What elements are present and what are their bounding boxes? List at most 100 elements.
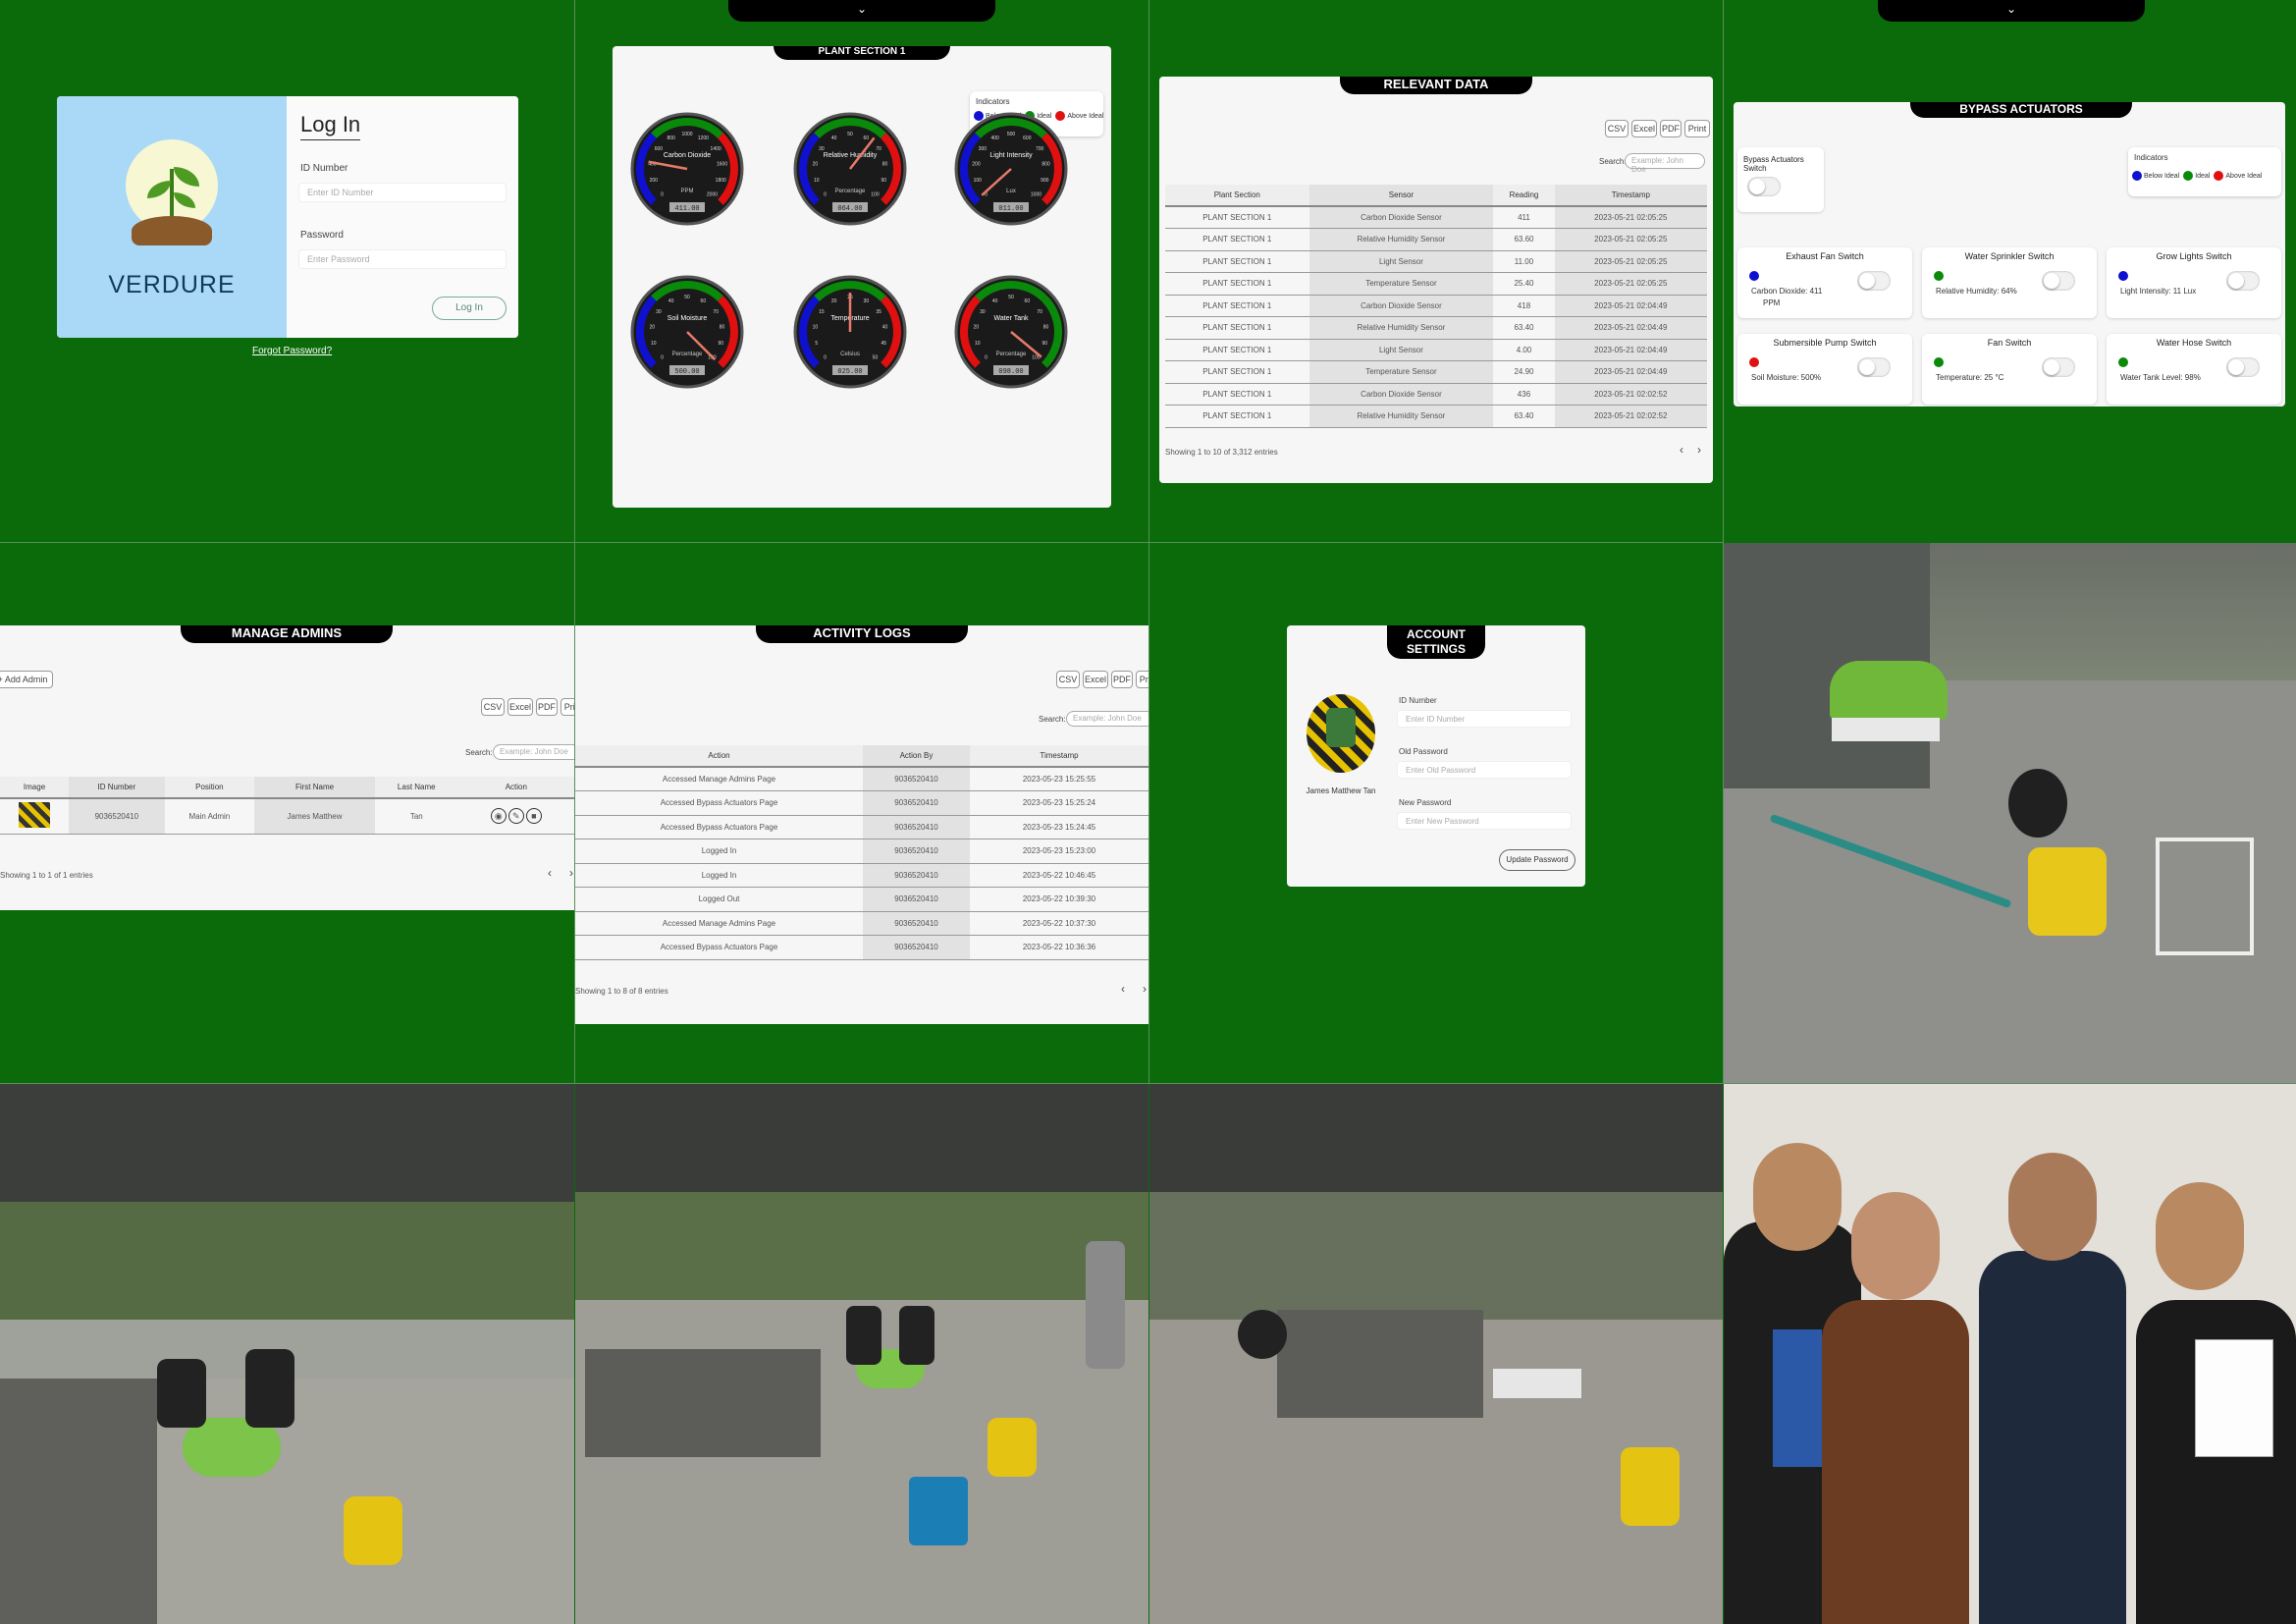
print-export-button[interactable]: Print [561, 698, 574, 716]
prev-page-button[interactable]: ‹ [1680, 443, 1683, 457]
legend-label: Below Ideal [2144, 172, 2180, 180]
gauge-tick-label: 1800 [716, 178, 726, 184]
certificate [2195, 1339, 2273, 1457]
gauge-value: 411.00 [674, 205, 699, 213]
search-label: Search: [1599, 157, 1627, 166]
grow-lights-switch-toggle[interactable] [2226, 271, 2260, 291]
add-admin-button[interactable]: + Add Admin [0, 671, 53, 688]
bypass-master-toggle[interactable] [1747, 177, 1781, 196]
password-label: Password [300, 230, 344, 241]
page-title: PLANT SECTION 1 [774, 46, 950, 60]
avatar[interactable] [1307, 694, 1375, 773]
gauge-tick-label: 600 [1023, 135, 1032, 141]
section-dropdown[interactable]: ⌄ [1878, 0, 2145, 22]
gauge: 0 10 20 30 40 50 60 70 80 90 100 Relative Humidity P… [791, 110, 909, 257]
next-page-button[interactable]: › [1697, 443, 1701, 457]
gauge-tick-label: 45 [881, 341, 886, 347]
csv-export-button[interactable]: CSV [481, 698, 505, 716]
white-stool [2156, 838, 2254, 955]
gauge-tick-label: 1200 [698, 135, 709, 141]
print-export-button[interactable]: Print [1684, 120, 1710, 137]
view-icon[interactable]: ◉ [490, 808, 507, 825]
water-hose-switch-toggle[interactable] [2226, 357, 2260, 377]
delete-icon[interactable]: ■ [525, 808, 542, 825]
next-page-button[interactable]: › [1143, 982, 1147, 996]
excel-export-button[interactable]: Excel [1083, 671, 1108, 688]
gauge-tick-label: 30 [819, 146, 825, 152]
search-input[interactable]: Example: John Doe [493, 744, 574, 760]
gauge-tick-label: 60 [1025, 298, 1031, 304]
update-password-button[interactable]: Update Password [1499, 849, 1575, 871]
column-header[interactable]: ID Number [69, 777, 165, 799]
actuator-title: Submersible Pump Switch [1773, 338, 1877, 348]
table-cell: Accessed Manage Admins Page [575, 767, 863, 791]
id-input[interactable]: Enter ID Number [298, 183, 507, 202]
column-header[interactable]: First Name [254, 777, 375, 799]
gauge-value: 011.00 [998, 205, 1023, 213]
column-header[interactable]: Plant Section [1165, 185, 1309, 207]
forgot-password-link[interactable]: Forgot Password? [252, 346, 332, 356]
legend-label: Above Ideal [1067, 112, 1104, 120]
hydroponic-tray [1493, 1369, 1581, 1398]
exhaust-fan-switch-toggle[interactable] [1857, 271, 1891, 291]
carbon-dioxide-gauge: 0200400600800100012001400160018002000Car… [630, 112, 744, 226]
pdf-export-button[interactable]: PDF [536, 698, 558, 716]
gauge-tick-label: 500 [1007, 132, 1016, 137]
search-input[interactable]: Example: John Doe [1625, 153, 1705, 174]
pdf-export-button[interactable]: PDF [1660, 120, 1682, 137]
prev-page-button[interactable]: ‹ [548, 866, 552, 880]
fan-switch-toggle[interactable] [2042, 357, 2075, 377]
light-intensity-gauge: 01002003004005006007008009001000Light In… [954, 112, 1068, 226]
csv-export-button[interactable]: CSV [1056, 671, 1080, 688]
status-dot [1749, 357, 1759, 367]
table-row: Accessed Bypass Actuators Page 9036520410… [575, 790, 1148, 816]
gauge-tick-label: 200 [650, 178, 659, 184]
actuator-reading: Relative Humidity: 64% [1936, 287, 2017, 296]
excel-export-button[interactable]: Excel [1631, 120, 1657, 137]
table-row: PLANT SECTION 1 Light Sensor 4.00 2023-05-2… [1165, 339, 1707, 361]
team-photo [1724, 1084, 2296, 1624]
search-input[interactable]: Example: John Doe [1066, 711, 1148, 727]
actuator-title: Fan Switch [1987, 338, 2032, 348]
column-header[interactable]: Reading [1493, 185, 1555, 207]
section-dropdown[interactable]: ⌄ [728, 0, 995, 22]
prev-page-button[interactable]: ‹ [1121, 982, 1125, 996]
concrete-tank [0, 1379, 157, 1624]
old-password-input[interactable]: Enter Old Password [1397, 761, 1572, 779]
submersible-pump-switch-toggle[interactable] [1857, 357, 1891, 377]
column-header[interactable]: Last Name [374, 777, 458, 799]
column-header[interactable]: Timestamp [970, 745, 1148, 768]
id-input[interactable]: Enter ID Number [1397, 710, 1572, 728]
column-header[interactable]: Action [457, 777, 574, 799]
legend-dot [2132, 171, 2142, 181]
print-export-button[interactable]: Print [1136, 671, 1148, 688]
yellow-fan [1621, 1447, 1680, 1526]
legend-dot [2214, 171, 2224, 181]
admin-avatar[interactable] [19, 802, 51, 829]
blue-bucket [909, 1477, 968, 1545]
actuator-reading: Temperature: 25 °C [1936, 373, 2004, 382]
csv-export-button[interactable]: CSV [1605, 120, 1629, 137]
column-header[interactable]: Position [164, 777, 255, 799]
page-title: BYPASS ACTUATORS [1910, 102, 2132, 118]
table-cell: Logged In [575, 863, 863, 888]
new-password-input[interactable]: Enter New Password [1397, 812, 1572, 830]
gauge-tick-label: 10 [975, 341, 981, 347]
edit-icon[interactable]: ✎ [507, 808, 524, 825]
excel-export-button[interactable]: Excel [507, 698, 533, 716]
password-input[interactable]: Enter Password [298, 249, 507, 269]
water-sprinkler-switch-toggle[interactable] [2042, 271, 2075, 291]
column-header[interactable]: Action [575, 745, 863, 768]
concrete-tank [585, 1349, 821, 1457]
status-dot [1749, 271, 1759, 281]
column-header[interactable]: Timestamp [1554, 185, 1707, 207]
person [1979, 1251, 2126, 1624]
column-header[interactable]: Sensor [1308, 185, 1494, 207]
pdf-export-button[interactable]: PDF [1111, 671, 1133, 688]
column-header[interactable]: Action By [863, 745, 970, 768]
gauge-tick-label: 0 [824, 354, 827, 360]
next-page-button[interactable]: › [569, 866, 573, 880]
login-button[interactable]: Log In [432, 297, 507, 320]
column-header[interactable]: Image [0, 777, 70, 799]
relevant-data-card: RELEVANT DATA CSV Excel PDF Print Search: E… [1159, 77, 1713, 483]
